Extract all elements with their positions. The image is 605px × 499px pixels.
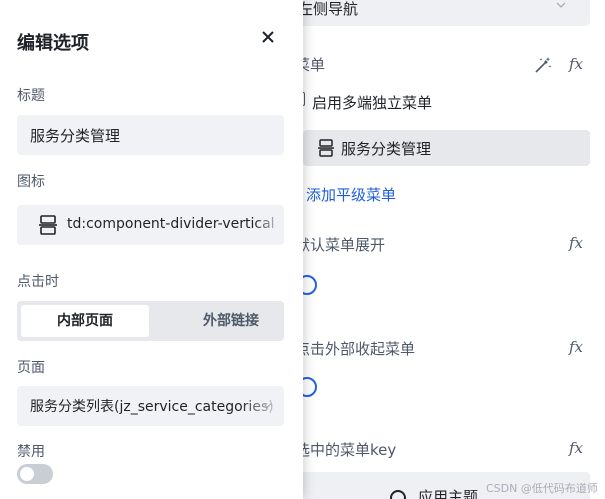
apply-theme-label: 应用主题 <box>418 488 479 499</box>
tab-internal-page[interactable]: 内部页面 <box>21 305 149 337</box>
drawer-title: 编辑选项 <box>17 33 89 54</box>
click-action-segmented[interactable]: 内部页面 外部链接 <box>17 301 284 341</box>
close-icon[interactable] <box>258 27 278 47</box>
navigation-type-select[interactable]: 左侧导航 <box>290 0 590 26</box>
icon-input-value: td:component-divider-vertical <box>67 216 275 232</box>
text-overflow-fade <box>240 386 284 426</box>
divider-vertical-icon <box>39 215 57 235</box>
toggle-knob <box>20 467 34 481</box>
icon-input[interactable]: td:component-divider-vertical <box>17 205 284 245</box>
formula-icon[interactable]: fx <box>569 55 583 73</box>
collapse-menu-label: 点击外部收起菜单 <box>295 340 416 358</box>
icon-field-label: 图标 <box>17 174 45 190</box>
watermark: CSDN @低代码布道师 <box>486 482 598 495</box>
click-action-label: 点击时 <box>17 274 59 290</box>
text-overflow-fade <box>254 205 284 245</box>
divider-vertical-icon <box>318 139 334 157</box>
menu-item-label: 服务分类管理 <box>341 140 432 158</box>
title-input[interactable]: 服务分类管理 <box>17 115 284 155</box>
page-select-value: 服务分类列表(jz_service_categories) <box>30 399 274 415</box>
formula-icon[interactable]: fx <box>569 439 583 457</box>
expand-menu-label: 默认菜单展开 <box>295 236 386 254</box>
page-field-label: 页面 <box>17 360 45 376</box>
title-field-label: 标题 <box>17 88 45 104</box>
selected-key-label: 选中的菜单key <box>295 441 397 459</box>
gear-icon <box>390 490 406 499</box>
disabled-toggle[interactable] <box>17 464 53 484</box>
formula-icon[interactable]: fx <box>569 338 583 356</box>
chevron-down-icon <box>556 2 566 8</box>
title-input-value: 服务分类管理 <box>30 127 121 145</box>
navigation-type-value: 左侧导航 <box>298 0 359 18</box>
edit-option-drawer: 编辑选项 标题 服务分类管理 图标 td:component-divider-v… <box>0 0 303 499</box>
page-select[interactable]: 服务分类列表(jz_service_categories) <box>17 386 284 426</box>
chevron-down-icon <box>263 403 272 409</box>
magic-wand-icon[interactable] <box>533 55 553 75</box>
add-sibling-menu-link[interactable]: 添加平级菜单 <box>306 184 396 205</box>
multi-end-menu-option: 启用多端独立菜单 <box>312 94 433 112</box>
menu-item-row[interactable]: 服务分类管理 <box>303 130 590 166</box>
formula-icon[interactable]: fx <box>569 234 583 252</box>
disabled-field-label: 禁用 <box>17 444 45 460</box>
tab-external-link[interactable]: 外部链接 <box>167 305 295 337</box>
